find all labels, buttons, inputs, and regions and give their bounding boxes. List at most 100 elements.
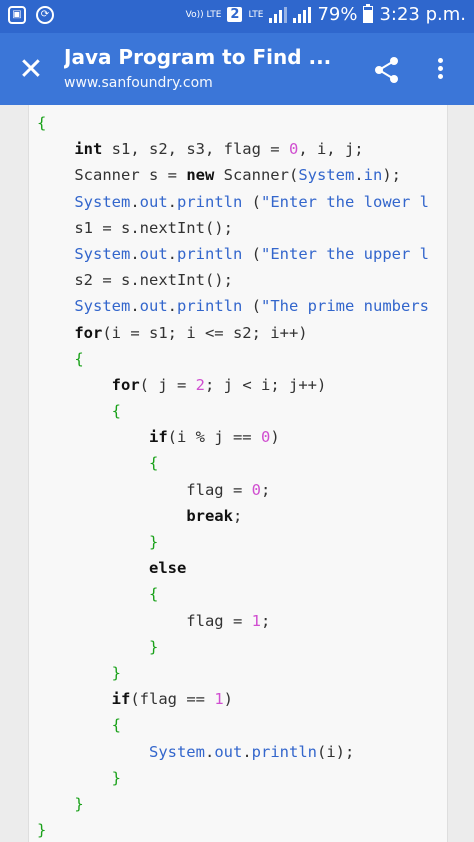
more-vert-icon[interactable]	[430, 55, 450, 85]
screenshot-icon: ▣	[8, 6, 26, 24]
code-token: .	[167, 244, 178, 263]
code-line: s1 = s.nextInt();	[37, 215, 429, 241]
page-title: Java Program to Find ...	[64, 45, 332, 69]
code-token: .	[167, 192, 178, 211]
title-block: Java Program to Find ... www.sanfoundry.…	[64, 45, 364, 91]
code-block[interactable]: { int s1, s2, s3, flag = 0, i, j; Scanne…	[28, 105, 448, 842]
code-token: Scanner(	[214, 166, 299, 185]
code-token: s2 = s.nextInt();	[37, 271, 233, 290]
code-token: }	[111, 663, 121, 682]
code-token: }	[111, 768, 121, 787]
code-token: 0	[288, 140, 299, 159]
code-line: for( j = 2; j < i; j++)	[37, 372, 429, 398]
code-token: System	[74, 192, 131, 211]
code-line: }	[37, 817, 429, 842]
sim-indicator: 2	[227, 7, 243, 22]
code-token: 1	[251, 611, 261, 630]
code-token: .	[130, 192, 140, 211]
code-line: System.out.println ("Enter the upper l	[37, 241, 429, 267]
code-token: 0	[251, 480, 261, 499]
code-token: println	[251, 742, 317, 761]
code-token: (i = s1; i <= s2; i++)	[102, 323, 308, 342]
code-token: (flag ==	[130, 690, 215, 709]
code-line: s2 = s.nextInt();	[37, 267, 429, 293]
code-token: .	[354, 166, 364, 185]
code-token: {	[37, 114, 47, 132]
code-token: )	[223, 690, 234, 709]
code-token: out	[139, 297, 168, 316]
volte-indicator: Vo)) LTE	[185, 9, 222, 20]
code-line: System.out.println ("The prime numbers	[37, 293, 429, 319]
code-token: }	[148, 533, 159, 551]
code-token: }	[37, 821, 47, 840]
code-token: {	[148, 585, 159, 604]
code-line: {	[37, 346, 429, 372]
code-line: }	[37, 529, 429, 555]
code-token: "Enter the lower l	[261, 192, 429, 211]
code-line: flag = 1;	[37, 608, 429, 634]
code-token: for	[74, 323, 103, 342]
code-token: (i % j ==	[167, 428, 261, 447]
code-token: "Enter the upper l	[261, 244, 429, 263]
code-token: }	[148, 637, 159, 656]
code-line: if(i % j == 0)	[37, 424, 429, 450]
close-icon[interactable]: ✕	[16, 55, 46, 85]
code-token: flag =	[37, 611, 252, 630]
code-token: ;	[260, 480, 271, 499]
code-token: {	[74, 349, 84, 368]
signal-icon	[269, 6, 288, 23]
code-token: .	[130, 297, 140, 316]
status-bar: ▣ ⟳ Vo)) LTE 2 LTE 79% 3:23 p.m.	[0, 0, 474, 33]
code-line: }	[37, 660, 429, 686]
code-token: {	[148, 454, 159, 473]
code-line: Scanner s = new Scanner(System.in);	[37, 162, 429, 188]
code-token: (i);	[317, 742, 355, 761]
code-token: "The prime numbers	[261, 297, 429, 316]
battery-icon	[363, 4, 374, 23]
code-line: System.out.println ("Enter the lower l	[37, 189, 429, 215]
code-token: in	[363, 166, 383, 185]
code-line: System.out.println(i);	[37, 739, 429, 765]
code-token: println	[177, 244, 243, 263]
code-token: int	[74, 140, 103, 159]
code-token: println	[177, 297, 243, 316]
code-token: 1	[214, 690, 224, 709]
code-line: }	[37, 791, 429, 817]
code-line: {	[37, 398, 429, 424]
code-content: { int s1, s2, s3, flag = 0, i, j; Scanne…	[37, 110, 429, 842]
status-right: Vo)) LTE 2 LTE 79% 3:23 p.m.	[186, 4, 466, 25]
code-token: (	[242, 244, 262, 263]
code-line: {	[37, 450, 429, 476]
code-token: System	[74, 297, 131, 316]
code-token: (	[242, 297, 262, 316]
code-token: System	[74, 244, 131, 263]
share-icon[interactable]	[372, 55, 402, 85]
code-token: flag =	[37, 480, 252, 499]
code-token: {	[111, 402, 121, 421]
code-token: }	[74, 794, 84, 813]
code-token: )	[270, 428, 280, 447]
code-token: System	[298, 166, 355, 185]
code-token: out	[139, 192, 168, 211]
code-token: ( j =	[139, 375, 196, 394]
code-token: else	[148, 559, 187, 578]
code-token: .	[130, 244, 140, 263]
code-token: 2	[195, 375, 205, 394]
code-line: {	[37, 110, 429, 136]
code-token: for	[111, 375, 140, 394]
code-token: out	[139, 244, 168, 263]
code-line: {	[37, 712, 429, 738]
page-url: www.sanfoundry.com	[64, 75, 213, 91]
